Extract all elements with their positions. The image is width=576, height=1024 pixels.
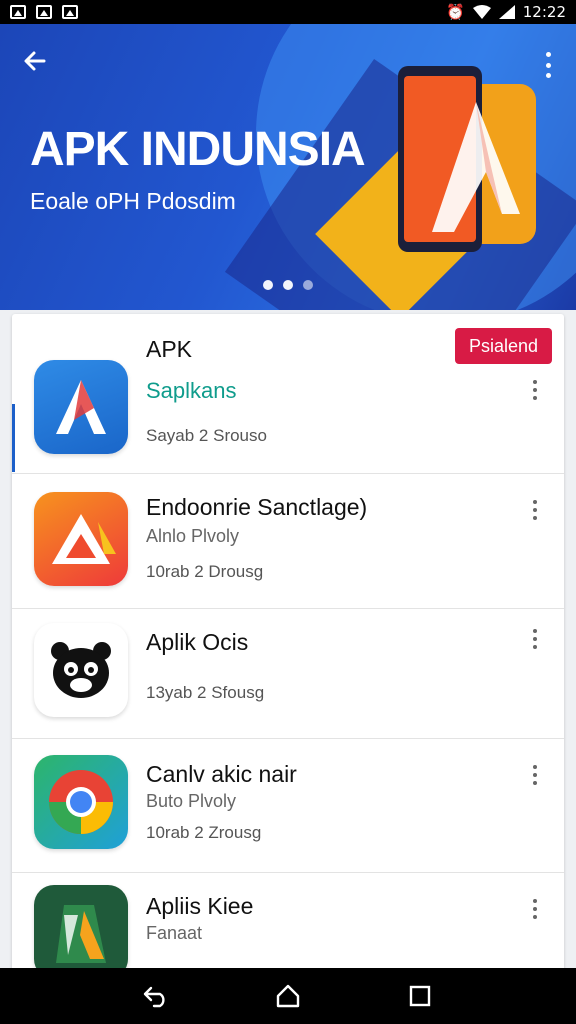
bear-face-icon bbox=[34, 623, 128, 717]
more-vert-icon[interactable] bbox=[528, 763, 542, 787]
more-vert-icon[interactable] bbox=[528, 897, 542, 921]
alarm-icon: ⏰ bbox=[446, 2, 465, 21]
list-item[interactable]: APK Saplkans Sayab 2 Srouso Psialend bbox=[12, 314, 564, 474]
nav-recents-icon[interactable] bbox=[400, 976, 440, 1016]
page-dot[interactable] bbox=[283, 280, 293, 290]
item-title: Apliis Kiee bbox=[146, 893, 254, 919]
status-time: 12:22 bbox=[522, 3, 566, 21]
item-subtitle: Saplkans bbox=[146, 378, 237, 403]
signal-icon bbox=[498, 5, 515, 19]
nav-back-icon[interactable] bbox=[136, 976, 176, 1016]
more-vert-icon[interactable] bbox=[528, 378, 542, 402]
app-screen: ⏰ 12:22 APK INDUNSIA Eoale oPH Pdosdim A… bbox=[0, 0, 576, 1024]
image-icon bbox=[62, 5, 78, 19]
page-dot-active[interactable] bbox=[263, 280, 273, 290]
image-icon bbox=[36, 5, 52, 19]
item-meta: Sayab 2 Srouso bbox=[146, 426, 267, 445]
item-subtitle: Alnlo Plvoly bbox=[146, 526, 240, 546]
more-vert-icon[interactable] bbox=[528, 498, 542, 522]
app-list: APK Saplkans Sayab 2 Srouso Psialend End… bbox=[12, 314, 564, 974]
page-indicator[interactable] bbox=[0, 280, 576, 290]
hero-title: APK INDUNSIA bbox=[30, 123, 366, 176]
list-item[interactable]: Apliis Kiee Fanaat bbox=[12, 873, 564, 974]
list-item[interactable]: Endoonrie Sanctlage) Alnlo Plvoly 10rab … bbox=[12, 474, 564, 609]
item-title: Aplik Ocis bbox=[146, 629, 249, 655]
image-icon bbox=[10, 5, 26, 19]
status-left-icons bbox=[10, 5, 78, 19]
nav-home-icon[interactable] bbox=[268, 976, 308, 1016]
hero-banner[interactable]: APK INDUNSIA Eoale oPH Pdosdim bbox=[0, 24, 576, 310]
wifi-icon bbox=[472, 5, 491, 19]
list-item[interactable]: Canlv akic nair Buto Plvoly 10rab 2 Zrou… bbox=[12, 739, 564, 873]
more-vert-icon[interactable] bbox=[528, 627, 542, 651]
item-meta: 13yab 2 Sfousg bbox=[146, 683, 265, 702]
back-arrow-icon[interactable] bbox=[20, 48, 50, 78]
item-meta: 10rab 2 Drousg bbox=[146, 562, 264, 581]
item-subtitle: Buto Plvoly bbox=[146, 791, 237, 811]
item-subtitle: Fanaat bbox=[146, 923, 203, 943]
item-title: APK bbox=[146, 336, 193, 362]
page-dot[interactable] bbox=[303, 280, 313, 290]
apk-a-logo-icon bbox=[34, 360, 128, 454]
navigation-bar bbox=[0, 968, 576, 1024]
item-meta: 10rab 2 Zrousg bbox=[146, 823, 262, 842]
status-bar: ⏰ 12:22 bbox=[0, 0, 576, 24]
list-item[interactable]: Aplik Ocis 13yab 2 Sfousg bbox=[12, 609, 564, 739]
item-title: Endoonrie Sanctlage) bbox=[146, 494, 368, 520]
status-right-icons: ⏰ 12:22 bbox=[446, 3, 566, 21]
green-a-logo-icon bbox=[34, 885, 128, 974]
item-title: Canlv akic nair bbox=[146, 761, 297, 787]
phone-app-illustration bbox=[398, 66, 536, 252]
hero-subtitle: Eoale oPH Pdosdim bbox=[30, 188, 236, 214]
triangle-a-logo-icon bbox=[34, 492, 128, 586]
status-badge[interactable]: Psialend bbox=[454, 328, 552, 364]
chrome-logo-icon bbox=[34, 755, 128, 849]
